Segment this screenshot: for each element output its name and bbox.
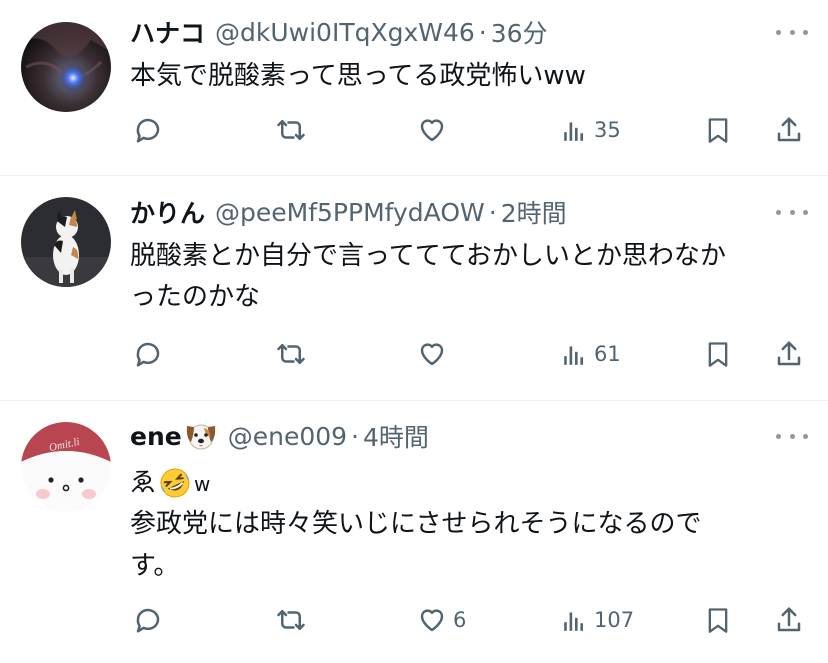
reply-icon (136, 608, 160, 633)
separator-dot: · (488, 197, 497, 227)
heart-icon (420, 343, 444, 366)
bookmark-icon (708, 608, 728, 633)
tweet-text-line-3: す。 (130, 551, 180, 581)
retweet-button[interactable] (275, 110, 307, 150)
view-count: 107 (594, 608, 635, 632)
text-prefix: ゑ (130, 468, 157, 498)
view-count: 61 (594, 342, 621, 366)
bookmark-button[interactable] (704, 334, 732, 374)
tweet-text-line-1: ゑ w (130, 464, 210, 502)
timestamp[interactable]: 2時間 (501, 194, 567, 230)
share-icon (777, 607, 801, 632)
like-count: 6 (453, 608, 467, 632)
share-button[interactable] (774, 334, 804, 374)
retweet-icon (277, 344, 305, 364)
bookmark-icon (708, 342, 728, 367)
tweet-text-line-2: 参政党には時々笑いじにさせられそうになるので (130, 509, 702, 539)
heart-icon (420, 609, 444, 632)
like-button[interactable] (417, 110, 453, 150)
tweet-text-line-1: 脱酸素とか自分で言っててておかしいとか思わなか (130, 241, 726, 271)
share-button[interactable] (774, 600, 804, 640)
user-handle[interactable]: @ene009 (228, 422, 347, 451)
reply-icon (136, 342, 160, 367)
reply-button[interactable] (133, 110, 163, 150)
display-name[interactable]: ene (130, 422, 182, 451)
avatar[interactable] (21, 22, 111, 112)
reply-button[interactable] (133, 334, 163, 374)
tweet-text: 本気で脱酸素って思ってる政党怖いww (130, 61, 586, 91)
dog-face-emoji (184, 420, 218, 452)
more-options-icon[interactable] (776, 426, 808, 446)
like-button[interactable]: 6 (417, 600, 466, 640)
rolling-on-floor-laughing-emoji (158, 466, 192, 500)
divider (0, 175, 828, 176)
retweet-icon (277, 120, 305, 140)
like-button[interactable] (417, 334, 453, 374)
retweet-icon (277, 610, 305, 630)
avatar[interactable]: Omit.li (21, 422, 111, 512)
tweet-text-line-2: ったのかな (130, 282, 261, 312)
bookmark-button[interactable] (704, 600, 732, 640)
heart-icon (420, 119, 444, 142)
action-bar: 35 (0, 110, 828, 150)
display-name[interactable]: ハナコ (130, 14, 205, 50)
action-bar: 6 107 (0, 600, 828, 640)
reply-icon (136, 118, 160, 143)
timestamp[interactable]: 36分 (491, 14, 548, 50)
retweet-button[interactable] (275, 334, 307, 374)
share-icon (777, 341, 801, 366)
share-button[interactable] (774, 110, 804, 150)
action-bar: 61 (0, 334, 828, 374)
share-icon (777, 117, 801, 142)
views-chart-icon (564, 346, 584, 365)
text-suffix: w (194, 472, 211, 496)
views-chart-icon (564, 612, 584, 631)
views-button[interactable]: 35 (562, 110, 621, 150)
tweet-header: かりん @peeMf5PPMfydAOW · 2時間 (130, 192, 567, 232)
views-chart-icon (564, 122, 584, 141)
bookmark-button[interactable] (704, 110, 732, 150)
views-button[interactable]: 61 (562, 334, 621, 374)
user-handle[interactable]: @dkUwi0ITqXgxW46 (215, 18, 475, 47)
view-count: 35 (594, 118, 621, 142)
tweet-header: ハナコ @dkUwi0ITqXgxW46 · 36分 (130, 12, 548, 52)
reply-button[interactable] (133, 600, 163, 640)
bookmark-icon (708, 118, 728, 143)
tweet-header: ene @ene009 · 4時間 (130, 416, 429, 456)
user-handle[interactable]: @peeMf5PPMfydAOW (215, 198, 485, 227)
separator-dot: · (478, 17, 487, 47)
views-button[interactable]: 107 (562, 600, 634, 640)
more-options-icon[interactable] (776, 22, 808, 42)
avatar[interactable] (21, 197, 111, 287)
separator-dot: · (351, 421, 359, 451)
timestamp[interactable]: 4時間 (363, 418, 429, 454)
display-name[interactable]: かりん (130, 194, 205, 230)
retweet-button[interactable] (275, 600, 307, 640)
more-options-icon[interactable] (776, 202, 808, 222)
divider (0, 400, 828, 401)
